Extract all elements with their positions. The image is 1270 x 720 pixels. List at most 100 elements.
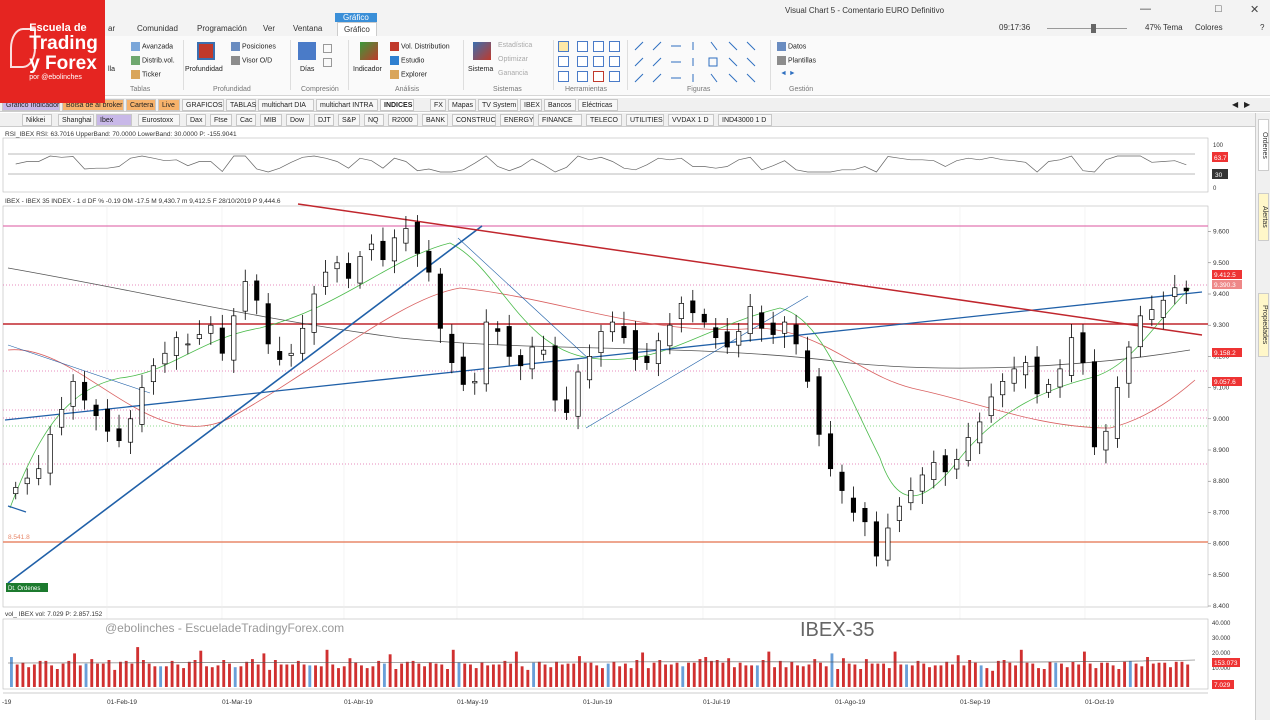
sidebar-tab-ordenes[interactable]: Ordenes [1258,119,1269,171]
tool-icon-12[interactable] [609,71,620,82]
tab-multichart-dia[interactable]: multichart DIA [258,99,314,111]
volume-bar [480,662,484,687]
menu-item-ar[interactable]: ar [108,24,115,33]
explorer-button[interactable]: Explorer [390,70,427,79]
posiciones-button[interactable]: Posiciones [231,42,276,51]
zoom-slider[interactable] [1047,28,1127,29]
tab-teleco[interactable]: TELECO [586,114,622,126]
tab-shanghai[interactable]: Shanghai [58,114,94,126]
tool-icon-10[interactable] [577,71,588,82]
plantillas-button[interactable]: Plantillas [777,56,816,65]
zoom-slider-thumb[interactable] [1091,24,1096,33]
tab-nq[interactable]: NQ [364,114,384,126]
menu-item-comunidad[interactable]: Comunidad [137,24,178,33]
tab-ibex-active[interactable]: Ibex [96,114,132,126]
sidebar-tab-alertas[interactable]: Alertas [1258,193,1269,241]
tab-nikkei[interactable]: Nikkei [22,114,52,126]
tool-icon-2[interactable] [577,41,588,52]
logo-line4: por @ebolinches [29,74,82,81]
estudio-button[interactable]: Estudio [390,56,424,65]
tab-cartera[interactable]: Cartera [126,99,156,111]
tab-mapas[interactable]: Mapas [448,99,476,111]
avanzada-button[interactable]: Avanzada [131,42,173,51]
theme-button[interactable]: Tema [1163,23,1183,32]
tab-live[interactable]: Live [158,99,180,111]
tab-construc[interactable]: CONSTRUC [452,114,496,126]
datos-button[interactable]: Datos [777,42,806,51]
tab-multichart-intra[interactable]: multichart INTRA [316,99,378,111]
tab-utilities[interactable]: UTILITIES [626,114,664,126]
tab-bancos[interactable]: Bancos [544,99,576,111]
compresion-icon[interactable] [323,44,332,53]
ticker-button[interactable]: Ticker [131,70,161,79]
tool-icon-11[interactable] [593,71,604,82]
help-icon[interactable]: ? [1260,23,1264,32]
candle-body [655,340,661,364]
tab-mib[interactable]: MIB [260,114,282,126]
tab-dow[interactable]: Dow [286,114,310,126]
minimize-icon[interactable]: — [1140,3,1151,15]
estadistica-button[interactable]: Estadística [498,42,532,49]
vol-distribution-button[interactable]: Vol. Distribution [390,42,450,51]
sistema-button[interactable]: Sistema [468,66,493,73]
tab-dax[interactable]: Dax [186,114,206,126]
symbol-tabs: Nikkei Shanghai Ibex Eurostoxx Dax Ftse … [0,113,1270,127]
tab-ftse[interactable]: Ftse [210,114,232,126]
colors-button[interactable]: Colores [1195,23,1223,32]
cursor-tool-icon[interactable] [558,41,569,52]
tool-icon-9[interactable] [558,71,569,82]
tab-sp[interactable]: S&P [338,114,360,126]
tool-icon-5[interactable] [558,56,569,67]
tab-graficos[interactable]: GRAFICOS [182,99,224,111]
tab-eurostoxx[interactable]: Eurostoxx [138,114,180,126]
tabs-scroll-left-icon[interactable]: ◀ [1232,100,1238,109]
tab-indices[interactable]: INDICES [380,99,414,111]
tool-icon-3[interactable] [593,41,604,52]
tab-electricas[interactable]: Eléctricas [578,99,618,111]
tab-vvdax[interactable]: VVDAX 1 D [668,114,714,126]
volume-bar [153,666,157,687]
tab-cac[interactable]: Cac [236,114,256,126]
menu-item-ver[interactable]: Ver [263,24,275,33]
volume-bar [302,664,306,687]
vol-tick-20000: 20.000 [1212,651,1231,657]
context-tab-grafico[interactable]: Gráfico [335,13,377,22]
tab-ibex[interactable]: IBEX [520,99,542,111]
tool-icon-6[interactable] [577,56,588,67]
ribbon-lla[interactable]: lla [108,66,115,73]
tabs-scroll-right-icon[interactable]: ▶ [1244,100,1250,109]
optimizar-button[interactable]: Optimizar [498,56,528,63]
rsi-panel: RSI_IBEX RSI: 63.7016 UpperBand: 70.0000… [2,131,1228,193]
menu-item-ventana[interactable]: Ventana [293,24,322,33]
tab-r2000[interactable]: R2000 [388,114,418,126]
tab-energy[interactable]: ENERGY [500,114,534,126]
chart-area[interactable]: RSI_IBEX RSI: 63.7016 UpperBand: 70.0000… [0,128,1255,720]
dias-button[interactable]: Días [300,66,314,73]
compresion-icon-2[interactable] [323,58,332,67]
volume-bar [1140,666,1144,687]
visor-button[interactable]: Visor O/D [231,56,272,65]
indicador-button[interactable]: Indicador [353,66,382,73]
tab-finance[interactable]: FINANCE [538,114,582,126]
profundidad-button[interactable]: Profundidad [185,66,223,73]
tool-icon-8[interactable] [609,56,620,67]
figuras-tools[interactable] [633,40,763,86]
volume-value: 153.073 [1214,660,1238,667]
ganancia-button[interactable]: Ganancia [498,70,528,77]
navigation-arrows[interactable]: ◄ ► [780,70,796,77]
close-icon[interactable]: ✕ [1250,3,1259,16]
volume-header: vol_ IBEX vol: 7.029 P: 2.857.152 [5,611,103,618]
tab-fx[interactable]: FX [430,99,446,111]
tab-tv-system[interactable]: TV System [478,99,518,111]
menu-item-programacion[interactable]: Programación [197,24,247,33]
tool-icon-4[interactable] [609,41,620,52]
tab-ind43000[interactable]: IND43000 1 D [718,114,772,126]
menu-item-grafico[interactable]: Gráfico [337,22,377,36]
restore-icon[interactable]: □ [1215,3,1222,15]
distrib-vol-button[interactable]: Distrib.vol. [131,56,175,65]
tab-bank[interactable]: BANK [422,114,448,126]
tool-icon-7[interactable] [593,56,604,67]
sidebar-tab-propiedades[interactable]: Propiedades [1258,293,1269,357]
tab-tablas[interactable]: TABLAS [226,99,256,111]
tab-djt[interactable]: DJT [314,114,334,126]
